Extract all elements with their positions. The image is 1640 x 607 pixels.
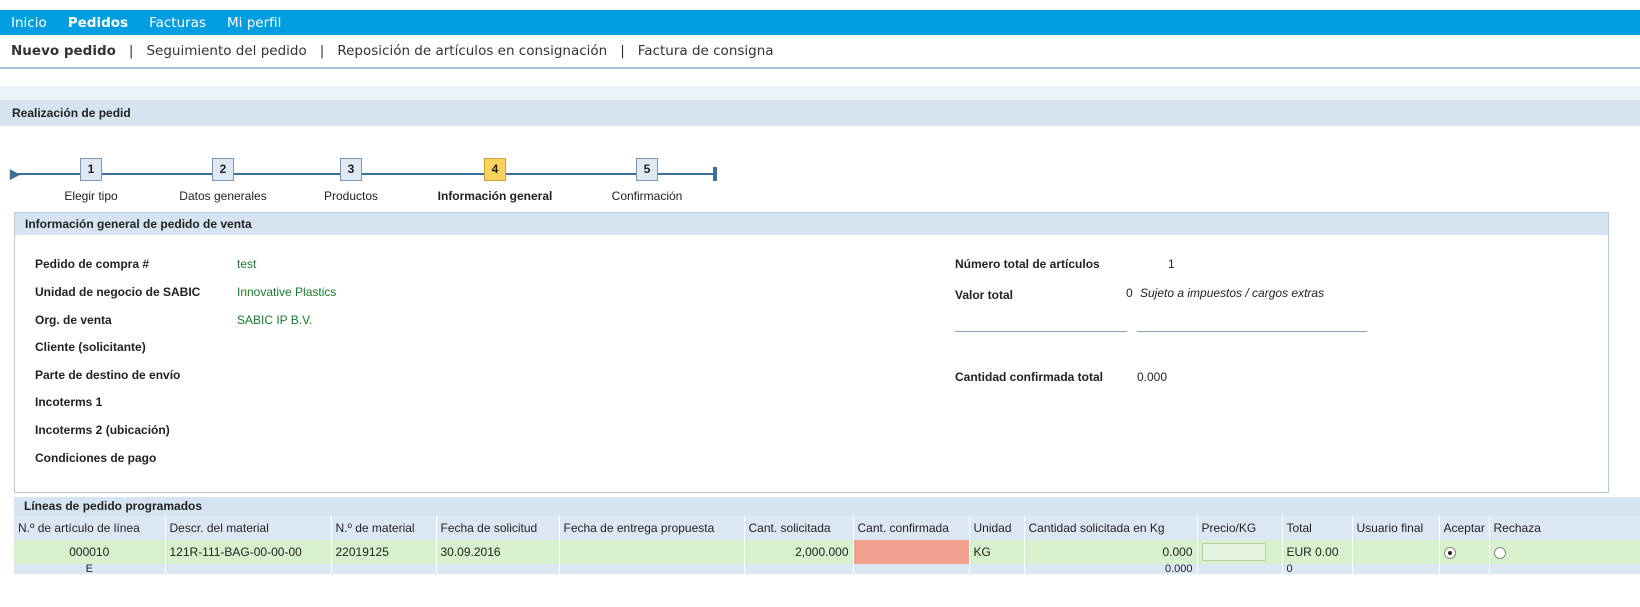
subnav-separator: |: [128, 43, 134, 59]
cell-qty-confirmed: [853, 540, 970, 564]
step-3-box[interactable]: 3: [340, 158, 362, 181]
step-1-box[interactable]: 1: [80, 158, 102, 181]
general-info-section: Información general de pedido de venta P…: [14, 212, 1609, 493]
col-material-descr: Descr. del material: [165, 516, 332, 540]
step-5-label: Confirmación: [611, 189, 683, 203]
step-4-label: Información general: [437, 189, 553, 203]
subnav-seguimiento[interactable]: Seguimiento del pedido: [146, 43, 306, 59]
table-row[interactable]: 000010 121R-111-BAG-00-00-00 22019125 30…: [14, 540, 1640, 564]
subnav-separator: |: [319, 43, 325, 59]
incoterms2-label: Incoterms 2 (ubicación): [35, 423, 170, 437]
roadmap-end-icon: [713, 167, 717, 181]
order-lines-title: Líneas de pedido programados: [14, 497, 1640, 516]
table-row: E 0.000 0: [14, 564, 1640, 574]
cell-unit: KG: [969, 540, 1025, 564]
incoterms1-label: Incoterms 1: [35, 395, 103, 409]
col-request-date: Fecha de solicitud: [436, 516, 560, 540]
general-info-title: Información general de pedido de venta: [15, 213, 1608, 235]
business-unit-label: Unidad de negocio de SABIC: [35, 285, 201, 299]
subnav-separator: |: [620, 43, 625, 59]
step-roadmap: ▶ 1 2 3 4 5 Elegir tipo Datos generales …: [0, 150, 760, 208]
sales-org-value: SABIC IP B.V.: [237, 313, 313, 327]
confirmed-qty-label: Cantidad confirmada total: [955, 370, 1104, 384]
total-value-label: Valor total: [955, 288, 1014, 302]
roadmap-line: [16, 173, 713, 175]
spacer-band: [0, 86, 1640, 100]
ship-to-label: Parte de destino de envío: [35, 368, 181, 382]
cell-proposed-date: [559, 540, 745, 564]
col-total: Total: [1282, 516, 1353, 540]
table-header-row: N.º de artículo de línea Descr. del mate…: [14, 516, 1640, 540]
subnav-nuevo-pedido[interactable]: Nuevo pedido: [11, 43, 116, 59]
reject-radio[interactable]: [1493, 546, 1506, 559]
step-5-box[interactable]: 5: [636, 158, 658, 181]
po-label: Pedido de compra #: [35, 257, 150, 271]
col-end-user: Usuario final: [1352, 516, 1440, 540]
cell-line-no: E: [14, 564, 166, 574]
total-value-note: Sujeto a impuestos / cargos extras: [1140, 286, 1325, 300]
col-accept: Aceptar: [1439, 516, 1490, 540]
cell-accept[interactable]: [1439, 540, 1490, 564]
cell-material-no: 22019125: [331, 540, 437, 564]
col-qty-confirmed: Cant. confirmada: [853, 516, 970, 540]
col-price-kg: Precio/KG: [1197, 516, 1283, 540]
underline: [1137, 331, 1367, 332]
accept-radio[interactable]: [1443, 546, 1456, 559]
nav-inicio[interactable]: Inicio: [11, 15, 47, 31]
nav-pedidos[interactable]: Pedidos: [68, 15, 128, 31]
step-2-box[interactable]: 2: [212, 158, 234, 181]
confirmed-qty-value: 0.000: [1137, 370, 1168, 384]
subnav-factura-consigna[interactable]: Factura de consigna: [638, 43, 774, 59]
col-unit: Unidad: [969, 516, 1025, 540]
step-4-box[interactable]: 4: [484, 158, 506, 181]
cell-material-descr: 121R-111-BAG-00-00-00: [165, 540, 332, 564]
sub-navigation: Nuevo pedido | Seguimiento del pedido | …: [0, 35, 1640, 69]
col-reject: Rechaza: [1489, 516, 1640, 540]
col-proposed-date: Fecha de entrega propuesta: [559, 516, 745, 540]
po-value: test: [237, 257, 257, 271]
col-qty-kg: Cantidad solicitada en Kg: [1024, 516, 1198, 540]
total-value-value: 0: [1126, 286, 1133, 300]
underline: [955, 331, 1127, 332]
business-unit-value: Innovative Plastics: [237, 285, 337, 299]
col-material-no: N.º de material: [331, 516, 437, 540]
nav-mi-perfil[interactable]: Mi perfil: [227, 15, 281, 31]
subnav-reposicion[interactable]: Reposición de artículos en consignación: [337, 43, 607, 59]
cell-price-kg[interactable]: [1197, 540, 1283, 564]
price-input[interactable]: [1201, 543, 1266, 561]
payment-terms-label: Condiciones de pago: [35, 451, 157, 465]
cell-total: 0: [1282, 564, 1353, 574]
cell-request-date: 30.09.2016: [436, 540, 560, 564]
total-items-label: Número total de artículos: [955, 257, 1100, 271]
cell-end-user: [1352, 540, 1440, 564]
cell-qty-requested: 2,000.000: [744, 540, 854, 564]
step-3-label: Productos: [323, 189, 379, 203]
page-title: Realización de pedid: [0, 100, 1640, 126]
top-navigation: Inicio Pedidos Facturas Mi perfil: [0, 10, 1640, 35]
cell-qty-kg: 0.000: [1024, 540, 1198, 564]
order-lines-section: Líneas de pedido programados N.º de artí…: [14, 497, 1640, 574]
col-qty-requested: Cant. solicitada: [744, 516, 854, 540]
cell-qty-kg: 0.000: [1024, 564, 1198, 574]
nav-facturas[interactable]: Facturas: [149, 15, 206, 31]
customer-label: Cliente (solicitante): [35, 340, 146, 354]
col-line-no: N.º de artículo de línea: [14, 516, 166, 540]
step-2-label: Datos generales: [179, 189, 267, 203]
cell-reject[interactable]: [1489, 540, 1640, 564]
sales-org-label: Org. de venta: [35, 313, 112, 327]
total-items-value: 1: [1168, 257, 1175, 271]
cell-line-no: 000010: [14, 540, 166, 564]
step-1-label: Elegir tipo: [64, 189, 118, 203]
order-lines-table: N.º de artículo de línea Descr. del mate…: [14, 516, 1640, 574]
cell-total: EUR 0.00: [1282, 540, 1353, 564]
